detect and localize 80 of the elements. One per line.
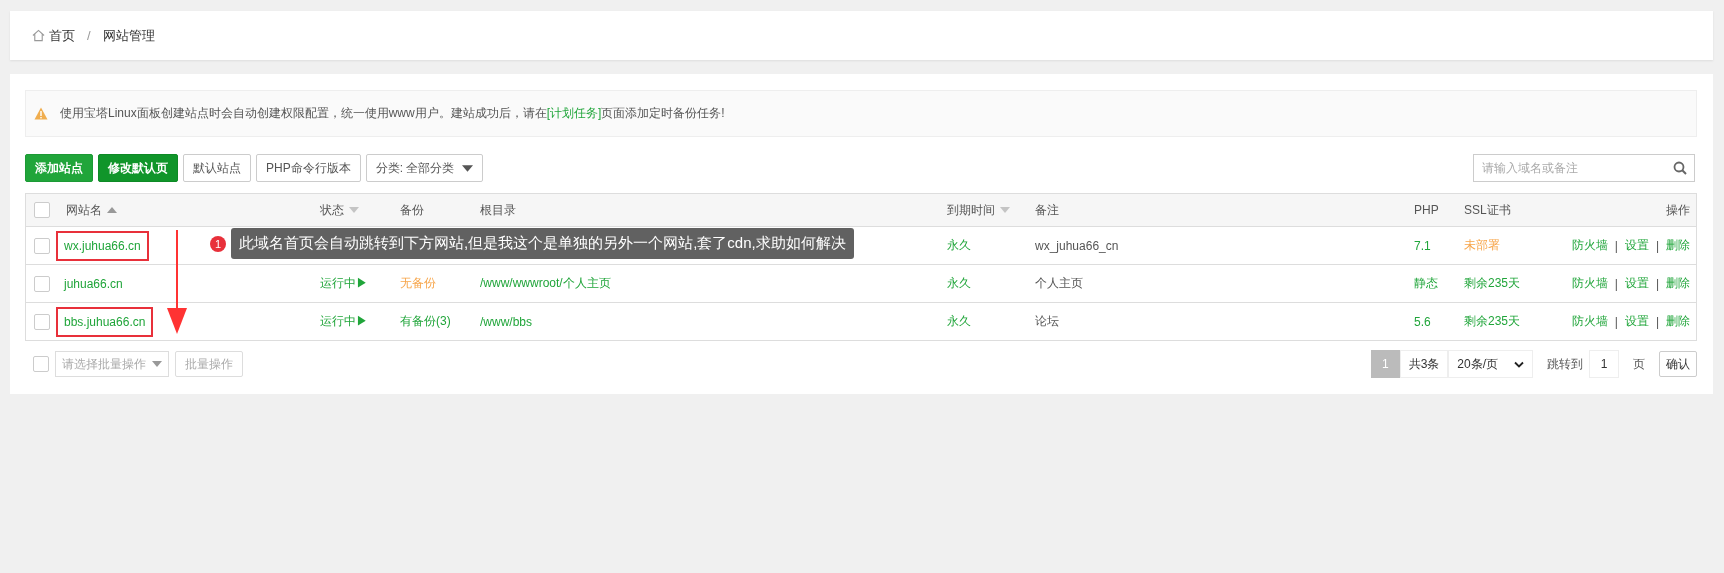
action-link[interactable]: 设置 [1624, 237, 1649, 254]
action-link[interactable]: 删除 [1666, 313, 1690, 330]
toolbar-button[interactable]: 添加站点 [25, 154, 93, 182]
site-link[interactable]: juhua66.cn [56, 268, 131, 299]
breadcrumb-separator: / [87, 28, 91, 43]
breadcrumb-link[interactable]: 首页 [49, 26, 75, 45]
expiry-text[interactable]: 永久 [947, 237, 971, 254]
warning-icon [34, 107, 48, 120]
action-separator: | [1655, 276, 1659, 291]
annotation-badge: 1 [210, 235, 226, 252]
column-header: 网站名 [66, 201, 117, 219]
schedule-link[interactable]: [计划任务] [546, 106, 602, 120]
backup-link[interactable]: 有备份(3) [400, 313, 451, 330]
sort-up-icon[interactable] [107, 207, 117, 213]
action-separator: | [1614, 238, 1618, 253]
ssl-status-link[interactable]: 未部署 [1464, 237, 1500, 254]
root-path-link[interactable]: /www/bbs [480, 314, 532, 329]
column-header: 备注 [1035, 201, 1059, 219]
php-version-link[interactable]: 静态 [1414, 275, 1438, 292]
column-header: 状态 [320, 201, 359, 219]
confirm-button[interactable]: 确认 [1659, 351, 1697, 377]
page-size-select[interactable]: 20条/页 [1448, 350, 1533, 378]
chevron-down-icon[interactable] [1514, 360, 1524, 368]
search-icon[interactable] [1673, 161, 1687, 175]
status-text[interactable]: 运行中▶ [320, 275, 368, 292]
action-separator: | [1614, 314, 1618, 329]
remark-text: 论坛 [1035, 313, 1059, 330]
select-all-checkbox[interactable] [33, 356, 49, 372]
action-link[interactable]: 设置 [1624, 275, 1649, 292]
php-version-link[interactable]: 5.6 [1414, 314, 1431, 329]
action-separator: | [1655, 238, 1659, 253]
page-unit-label: 页 [1633, 355, 1645, 373]
remark-text: wx_juhua66_cn [1035, 238, 1119, 253]
sort-down-icon[interactable] [349, 207, 359, 213]
row-checkbox[interactable] [34, 237, 50, 254]
toolbar-button[interactable]: 修改默认页 [98, 154, 178, 182]
page-input[interactable]: 1 [1589, 350, 1619, 378]
sort-down-icon[interactable] [1000, 207, 1010, 213]
total-count: 共3条 [1399, 350, 1449, 378]
backup-link[interactable]: 无备份 [400, 275, 436, 292]
row-checkbox[interactable] [34, 275, 50, 292]
batch-operation-dropdown[interactable]: 请选择批量操作 [55, 351, 169, 377]
action-separator: | [1655, 314, 1659, 329]
action-link[interactable]: 删除 [1666, 275, 1690, 292]
status-text[interactable]: 运行中▶ [320, 313, 368, 330]
root-path-link[interactable]: /www/wwwroot/个人主页 [480, 275, 611, 292]
select-all-checkbox[interactable] [34, 202, 50, 218]
action-link[interactable]: 防火墙 [1571, 275, 1608, 292]
row-checkbox[interactable] [34, 313, 50, 330]
goto-label: 跳转到 [1547, 355, 1583, 373]
home-icon [32, 29, 45, 42]
site-link[interactable]: bbs.juhua66.cn [56, 306, 154, 337]
batch-operation-button[interactable]: 批量操作 [175, 351, 243, 377]
column-header: PHP [1414, 203, 1439, 217]
toolbar-button[interactable]: 默认站点 [183, 154, 251, 182]
page-button[interactable]: 1 [1370, 350, 1400, 378]
action-separator: | [1614, 276, 1618, 291]
search-field[interactable]: 请输入域名或备注 [1473, 154, 1695, 182]
breadcrumb-link[interactable]: 网站管理 [102, 26, 155, 45]
action-link[interactable]: 防火墙 [1571, 313, 1608, 330]
action-link[interactable]: 删除 [1666, 237, 1690, 254]
annotation-tooltip: 此域名首页会自动跳转到下方网站,但是我这个是单独的另外一个网站,套了cdn,求助如何解决 [231, 228, 854, 259]
column-header: 到期时间 [947, 201, 1010, 219]
category-dropdown[interactable]: 分类: 全部分类 [365, 154, 484, 182]
action-link[interactable]: 防火墙 [1571, 237, 1608, 254]
column-header: 根目录 [480, 201, 516, 219]
remark-text: 个人主页 [1035, 275, 1083, 292]
ssl-status-link[interactable]: 剩余235天 [1464, 313, 1521, 330]
column-header: SSL证书 [1464, 201, 1511, 219]
site-link[interactable]: wx.juhua66.cn [56, 230, 149, 261]
action-link[interactable]: 设置 [1624, 313, 1649, 330]
notice-text: 使用宝塔Linux面板创建站点时会自动创建权限配置，统一使用www用户。建站成功后，请在[计划任务]页面添加定时备份任务! [60, 105, 725, 122]
column-header: 备份 [400, 201, 424, 219]
php-version-link[interactable]: 7.1 [1414, 238, 1431, 253]
expiry-text[interactable]: 永久 [947, 275, 971, 292]
caret-icon[interactable] [462, 164, 474, 172]
expiry-text[interactable]: 永久 [947, 313, 971, 330]
column-header: 操作 [1666, 201, 1690, 219]
ssl-status-link[interactable]: 剩余235天 [1464, 275, 1521, 292]
toolbar-button[interactable]: PHP命令行版本 [256, 154, 361, 182]
